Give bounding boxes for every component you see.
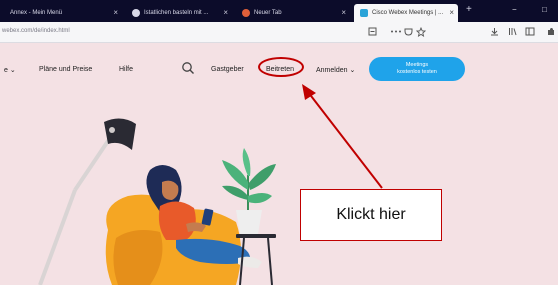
annotation-arrow: [302, 84, 383, 189]
callout-text: Klickt hier: [336, 206, 406, 223]
annotation-callout: Klickt hier: [300, 189, 442, 241]
